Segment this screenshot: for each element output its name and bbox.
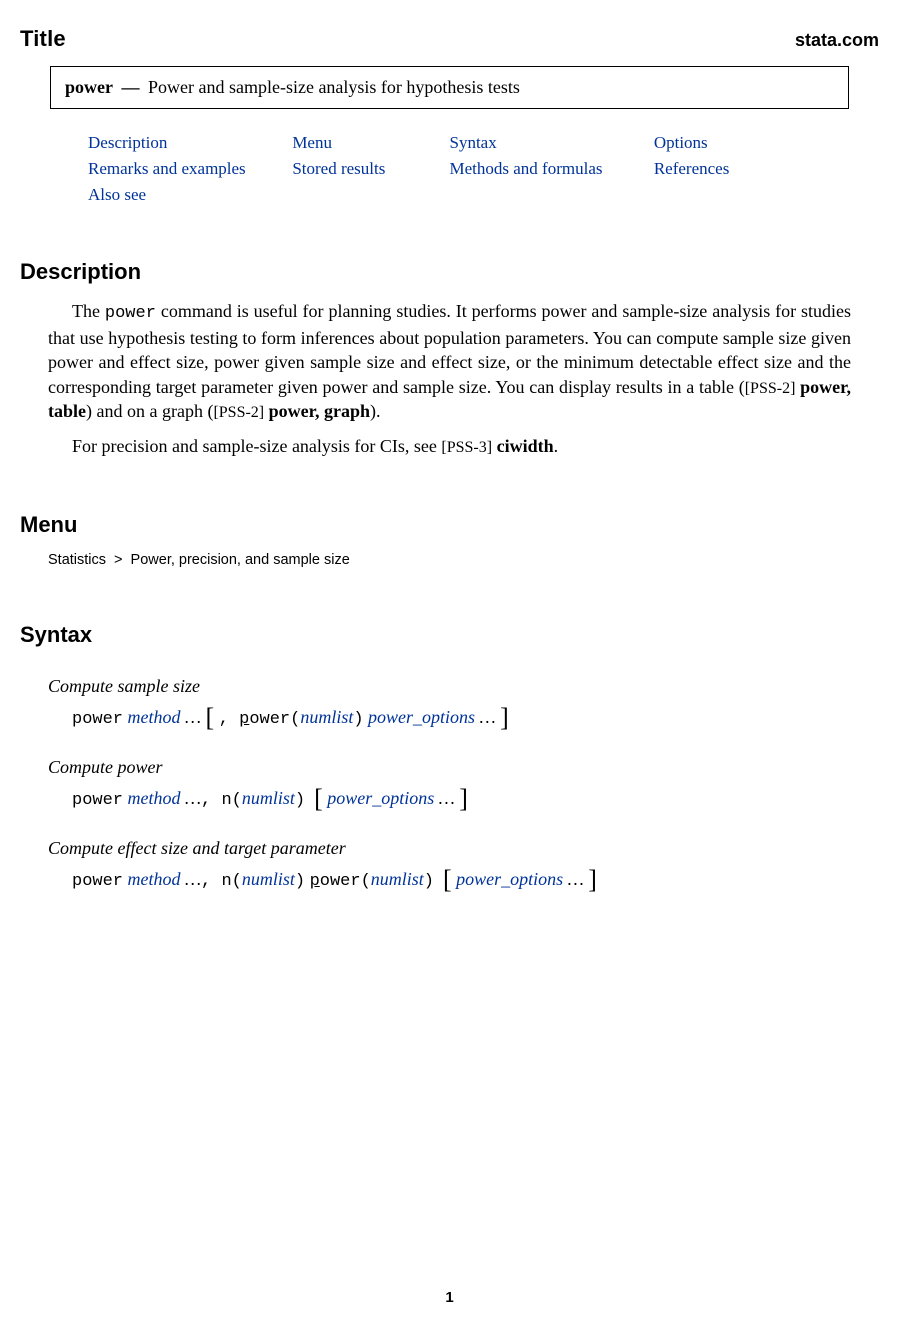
toc-methods[interactable]: Methods and formulas (450, 159, 654, 179)
toc-remarks[interactable]: Remarks and examples (88, 159, 292, 179)
section-syntax-heading: Syntax (20, 622, 879, 648)
syntax-line-2: power method …, n(numlist) [ power_optio… (72, 788, 879, 810)
ref-pss2-a: [PSS-2] (745, 380, 796, 397)
link-power-graph[interactable]: power, graph (264, 401, 370, 421)
toc-references[interactable]: References (654, 159, 811, 179)
toc-stored-results[interactable]: Stored results (292, 159, 449, 179)
menu-path: Statistics > Power, precision, and sampl… (48, 552, 879, 568)
toc-also-see[interactable]: Also see (88, 185, 292, 205)
link-ciwidth[interactable]: ciwidth (492, 436, 554, 456)
syntax-line-3: power method …, n(numlist) power(numlist… (72, 869, 879, 891)
link-power-options-2[interactable]: power_options (327, 788, 434, 808)
syntax-title-2: Compute power (48, 757, 879, 778)
description-paragraph-1: The power command is useful for planning… (48, 299, 851, 424)
ref-pss2-b: [PSS-2] (213, 404, 264, 421)
toc-description[interactable]: Description (88, 133, 292, 153)
inline-cmd-power: power (105, 304, 156, 323)
link-power-options-3[interactable]: power_options (456, 869, 563, 889)
page-header: Title stata.com (20, 26, 879, 52)
section-menu-heading: Menu (20, 512, 879, 538)
link-method-3[interactable]: method (128, 869, 181, 889)
link-power-options-1[interactable]: power_options (368, 707, 475, 727)
link-method-2[interactable]: method (128, 788, 181, 808)
page-number: 1 (0, 1289, 899, 1306)
toc-menu[interactable]: Menu (292, 133, 449, 153)
title-command: power (65, 77, 113, 97)
header-title: Title (20, 26, 66, 52)
title-text: Power and sample-size analysis for hypot… (148, 77, 520, 97)
link-numlist-3b[interactable]: numlist (371, 869, 424, 889)
syntax-title-3: Compute effect size and target parameter (48, 838, 879, 859)
toc-syntax[interactable]: Syntax (450, 133, 654, 153)
title-dash: — (122, 77, 140, 98)
toc-options[interactable]: Options (654, 133, 811, 153)
link-numlist-3a[interactable]: numlist (242, 869, 295, 889)
section-description-heading: Description (20, 259, 879, 285)
title-box: power — Power and sample-size analysis f… (50, 66, 849, 109)
ref-pss3: [PSS-3] (441, 439, 492, 456)
syntax-block-3: Compute effect size and target parameter… (48, 838, 879, 891)
link-numlist-2[interactable]: numlist (242, 788, 295, 808)
syntax-title-1: Compute sample size (48, 676, 879, 697)
syntax-block-2: Compute power power method …, n(numlist)… (48, 757, 879, 810)
description-paragraph-2: For precision and sample-size analysis f… (48, 434, 851, 459)
toc-grid: Description Menu Syntax Options Remarks … (88, 133, 811, 205)
link-numlist-1[interactable]: numlist (300, 707, 353, 727)
syntax-line-1: power method … [ , power(numlist) power_… (72, 707, 879, 729)
syntax-block-1: Compute sample size power method … [ , p… (48, 676, 879, 729)
site-link[interactable]: stata.com (795, 30, 879, 50)
link-method-1[interactable]: method (128, 707, 181, 727)
